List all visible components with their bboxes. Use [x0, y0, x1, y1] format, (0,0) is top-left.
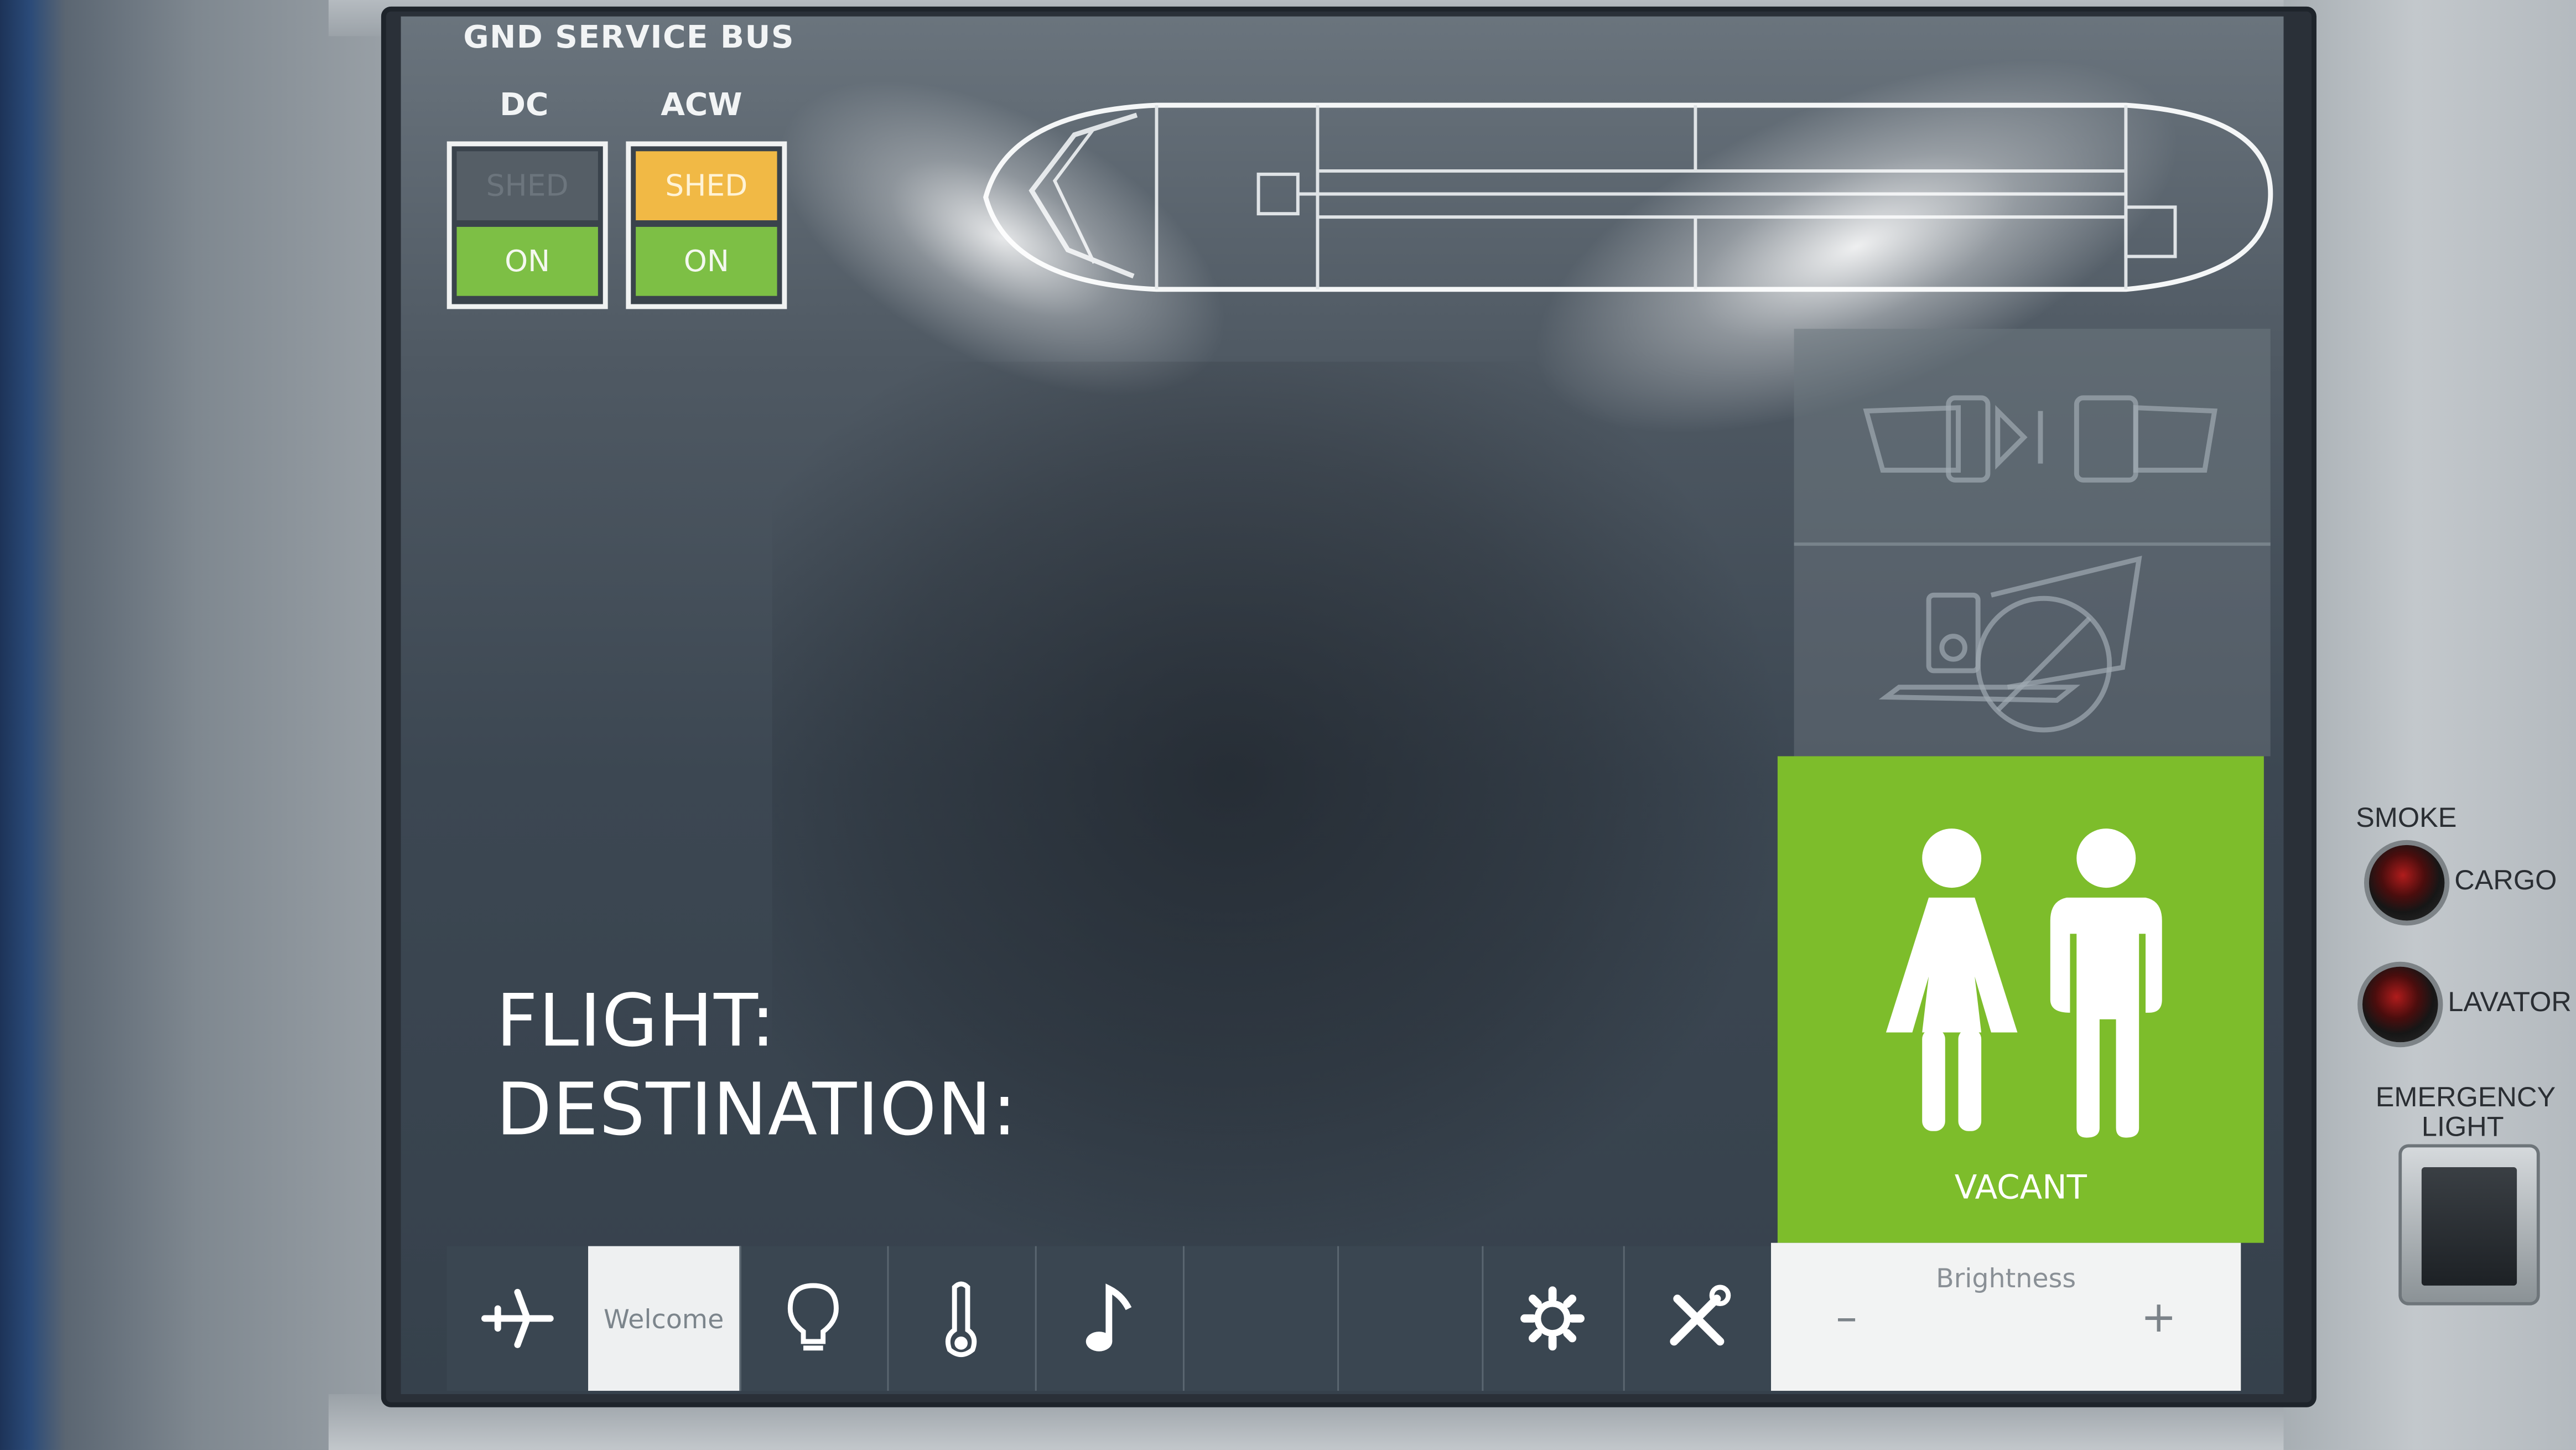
gear-icon: [1520, 1286, 1585, 1351]
acw-bus-box: SHED ON: [626, 141, 787, 309]
acw-shed-button[interactable]: SHED: [636, 151, 777, 221]
airplane-icon: [481, 1288, 554, 1348]
flight-label: FLIGHT:: [496, 980, 776, 1064]
brightness-decrease-button[interactable]: –: [1814, 1286, 1879, 1351]
tab-welcome[interactable]: Welcome: [588, 1246, 741, 1391]
lavatory-status-text: VACANT: [1954, 1167, 2087, 1207]
thermometer-icon: [945, 1281, 977, 1358]
aircraft-outline-icon: [983, 102, 2273, 292]
music-button[interactable]: [1035, 1246, 1185, 1391]
seatbelt-sign-tile[interactable]: [1794, 329, 2271, 546]
switch-cover: [2421, 1167, 2517, 1286]
dc-on-button[interactable]: ON: [456, 226, 598, 296]
lighting-button[interactable]: [739, 1246, 889, 1391]
destination-label: DESTINATION:: [496, 1068, 1017, 1153]
tools-icon: [1670, 1285, 1731, 1346]
settings-button[interactable]: [1482, 1246, 1625, 1391]
panel-left-housing: [0, 0, 394, 1450]
emergency-label: EMERGENCY: [2375, 1081, 2556, 1114]
flight-menu-button[interactable]: [447, 1246, 590, 1391]
bus-title: GND SERVICE BUS: [463, 19, 794, 56]
cargo-smoke-button[interactable]: [2369, 845, 2445, 921]
dc-shed-button[interactable]: SHED: [456, 151, 598, 221]
maintenance-button[interactable]: [1623, 1246, 1771, 1391]
electronics-sign-tile[interactable]: [1794, 546, 2271, 757]
empty-slot-2[interactable]: [1337, 1246, 1484, 1391]
dc-bus-box: SHED ON: [446, 141, 608, 309]
lavatory-smoke-button[interactable]: [2362, 966, 2438, 1043]
smoke-label: SMOKE: [2356, 802, 2457, 834]
acw-label: ACW: [661, 87, 742, 123]
dc-label: DC: [500, 87, 549, 123]
music-note-icon: [1086, 1283, 1132, 1351]
woman-icon: [1886, 828, 2018, 1131]
lavatory-status-tile[interactable]: VACANT: [1777, 756, 2264, 1243]
acw-on-button[interactable]: ON: [636, 226, 777, 296]
seatbelt-icon: [1863, 395, 2217, 483]
brightness-increase-button[interactable]: +: [2126, 1286, 2191, 1351]
emergency-light-switch[interactable]: [2402, 1147, 2537, 1302]
brightness-control: Brightness – +: [1771, 1242, 2241, 1391]
light-label: LIGHT: [2421, 1111, 2504, 1143]
bulb-icon: [787, 1283, 839, 1351]
cargo-label: CARGO: [2454, 864, 2557, 896]
temperature-button[interactable]: [887, 1246, 1037, 1391]
man-icon: [2050, 828, 2162, 1138]
bottom-toolbar: Welcome: [446, 1246, 1772, 1391]
lavatory-label: LAVATOR: [2448, 986, 2572, 1018]
empty-slot-1[interactable]: [1183, 1246, 1339, 1391]
no-electronics-icon: [1878, 556, 2142, 733]
photo-frame: GND SERVICE BUS DC ACW SHED ON SHED ON F…: [0, 0, 2576, 1450]
